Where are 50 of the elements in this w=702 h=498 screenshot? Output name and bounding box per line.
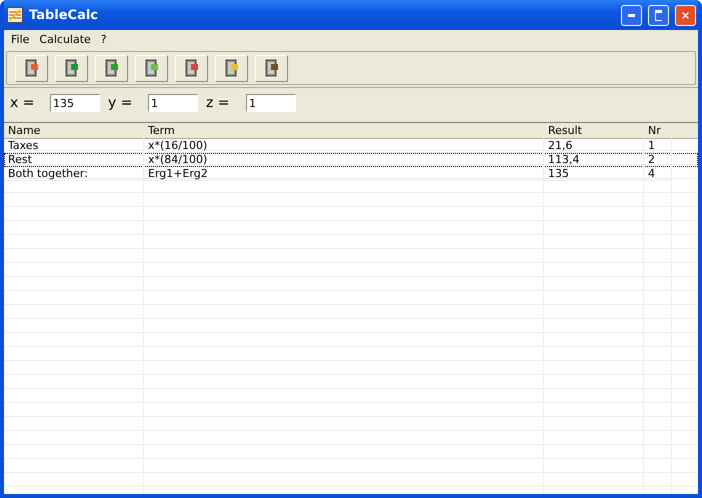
table-cell: Rest [4,153,144,167]
ledger-icon [264,59,278,77]
toolbar-button[interactable] [15,54,48,82]
variable-field[interactable]: 135 [50,94,100,112]
table-cell: 4 [644,167,672,181]
minimize-button[interactable] [621,4,642,26]
close-button[interactable] [675,4,696,26]
table-cell: Taxes [4,139,144,153]
table-row[interactable]: Rest x*(84/100) 113,4 2 [4,153,698,167]
ledger-icon [24,59,38,77]
column-header[interactable]: Name [4,123,144,139]
column-header[interactable]: Nr [644,123,672,139]
column-header[interactable]: Result [544,123,644,139]
variable-label: z = [206,95,231,111]
ledger-icon [184,59,198,77]
menu-item[interactable]: File [6,33,34,46]
table-cell: 135 [544,167,644,181]
table-cell: x*(84/100) [144,153,544,167]
ledger-icon [224,59,238,77]
app-icon [7,7,23,23]
ledger-icon [104,59,118,77]
toolbar-button[interactable] [215,54,248,82]
ledger-icon [144,59,158,77]
table-cell: 21,6 [544,139,644,153]
menu-item[interactable]: ? [96,33,112,46]
minimize-icon [628,14,635,16]
menu-item[interactable]: Calculate [34,33,96,46]
variable-label: x = [10,95,36,111]
toolbar-button[interactable] [55,54,88,82]
column-header[interactable]: Term [144,123,544,139]
table-cell: 113,4 [544,153,644,167]
toolbar-button[interactable] [135,54,168,82]
variable-field[interactable]: 1 [246,94,296,112]
maximize-button[interactable] [648,4,669,26]
table-cell: Erg1+Erg2 [144,167,544,181]
variable-label: y = [108,95,134,111]
window-title: TableCalc [29,8,100,22]
toolbar-button[interactable] [95,54,128,82]
table-cell: 2 [644,153,672,167]
table-cell: x*(16/100) [144,139,544,153]
maximize-icon [655,10,662,20]
close-icon [682,10,689,20]
toolbar-button[interactable] [175,54,208,82]
table-row[interactable]: Both together: Erg1+Erg2 135 4 [4,167,698,181]
table-cell: Both together: [4,167,144,181]
toolbar-button[interactable] [255,54,288,82]
variable-field[interactable]: 1 [148,94,198,112]
ledger-icon [64,59,78,77]
table-row[interactable]: Taxes x*(16/100) 21,6 1 [4,139,698,153]
table-cell: 1 [644,139,672,153]
